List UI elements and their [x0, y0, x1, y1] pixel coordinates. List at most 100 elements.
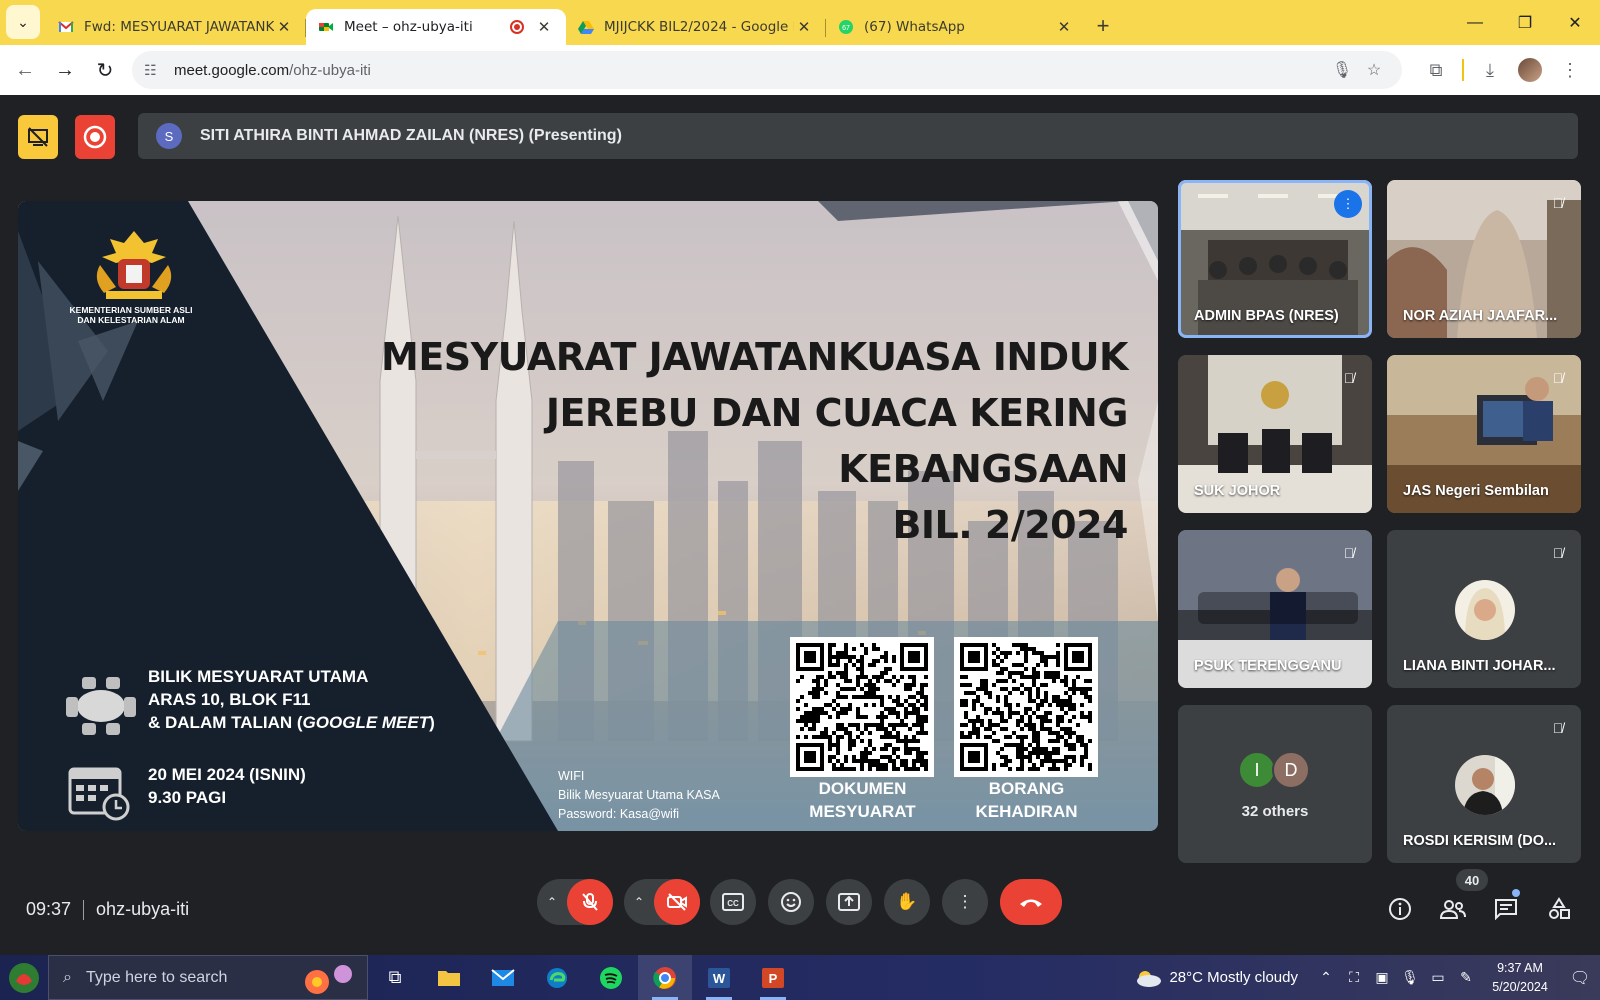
wifi-info: WIFI Bilik Mesyuarat Utama KASA Password… — [558, 769, 720, 821]
mic-off-icon: 🎙̸ — [1552, 370, 1564, 386]
chat-button[interactable] — [1486, 889, 1526, 929]
tab-whatsapp[interactable]: 67 (67) WhatsApp ✕ — [826, 9, 1086, 45]
task-view-icon: ⧉ — [388, 967, 402, 987]
mic-off-icon: 🎙̸ — [1343, 370, 1355, 386]
tab-gmail[interactable]: Fwd: MESYUARAT JAWATANKUAS ✕ — [46, 9, 306, 45]
camera-off-button[interactable] — [654, 879, 700, 925]
notifications-icon[interactable]: 🗨 — [1560, 968, 1600, 988]
recording-icon — [510, 20, 524, 34]
chevron-up-icon[interactable]: ⌃ — [624, 895, 654, 909]
activities-button[interactable] — [1539, 889, 1579, 929]
tab-title: Meet – ohz-ubya-iti — [344, 19, 473, 35]
shapes-icon — [1549, 897, 1570, 919]
microphone-icon[interactable]: 🎙 — [1326, 60, 1358, 80]
camera-control[interactable]: ⌃ — [624, 879, 700, 925]
others-count: 32 others — [1241, 803, 1309, 820]
participant-avatar — [1455, 755, 1515, 815]
chevron-up-icon[interactable]: ⌃ — [537, 895, 567, 909]
tab-meet[interactable]: Meet – ohz-ubya-iti ✕ — [306, 9, 566, 45]
presenter-name: SITI ATHIRA BINTI AHMAD ZAILAN (NRES) (P… — [200, 127, 622, 144]
drive-icon — [578, 21, 594, 34]
chat-icon — [1495, 899, 1517, 920]
close-tab-icon[interactable]: ✕ — [274, 18, 294, 36]
tab-search-button[interactable]: ⌄ — [6, 5, 40, 39]
start-logo-icon — [9, 962, 39, 993]
browser-tab-strip: ⌄ Fwd: MESYUARAT JAWATANKUAS ✕ Meet – oh… — [0, 0, 1600, 45]
restore-icon[interactable]: ❐ — [1500, 0, 1550, 45]
participant-name: JAS Negeri Sembilan — [1403, 483, 1549, 499]
profile-avatar[interactable] — [1518, 58, 1542, 82]
chevron-down-icon: ⌄ — [17, 13, 29, 30]
start-button[interactable] — [0, 955, 48, 1000]
participant-name: ADMIN BPAS (NRES) — [1194, 308, 1339, 324]
participant-tile[interactable]: 🎙̸ LIANA BINTI JOHAR... — [1387, 530, 1581, 688]
participant-tile[interactable]: 🎙̸ ROSDI KERISIM (DO... — [1387, 705, 1581, 863]
spotify-app[interactable] — [584, 955, 638, 1000]
extensions-icon[interactable]: ⧉ — [1416, 51, 1456, 89]
minimize-icon[interactable]: — — [1450, 0, 1500, 45]
meeting-details-button[interactable] — [1380, 889, 1420, 929]
mic-off-button[interactable] — [567, 879, 613, 925]
raise-hand-button[interactable]: ✋ — [884, 879, 930, 925]
hide-presentation-button[interactable] — [18, 115, 58, 159]
arrow-left-icon: ← — [15, 58, 35, 81]
meeting-date: 20 MEI 2024 (ISNIN) 9.30 PAGI — [148, 765, 306, 807]
people-button[interactable] — [1433, 889, 1473, 929]
qr-code-document — [790, 637, 934, 777]
participant-name: LIANA BINTI JOHAR... — [1403, 658, 1556, 674]
closed-captions-icon: CC — [722, 893, 744, 911]
participant-name: SUK JOHOR — [1194, 483, 1281, 499]
powerpoint-app[interactable]: P — [746, 955, 800, 1000]
meet-now-icon[interactable]: ⛶ — [1340, 969, 1368, 986]
site-info-icon[interactable]: ☷ — [144, 62, 164, 79]
reactions-button[interactable] — [768, 879, 814, 925]
taskbar-clock[interactable]: 9:37 AM 5/20/2024 — [1480, 959, 1560, 997]
meeting-time: 09:37 — [26, 899, 72, 919]
menu-kebab-icon[interactable]: ⋮ — [1550, 51, 1590, 89]
word-app[interactable]: W — [692, 955, 746, 1000]
mail-app[interactable] — [476, 955, 530, 1000]
meet-control-bar: 09:37 ohz-ubya-iti ⌃ ⌃ CC ✋ ⋮ 40 — [0, 867, 1600, 955]
file-explorer-app[interactable] — [422, 955, 476, 1000]
url-field[interactable]: ☷ meet.google.com/ohz-ubya-iti 🎙 ☆ — [132, 51, 1402, 89]
leave-call-button[interactable] — [1000, 879, 1062, 925]
close-window-icon[interactable]: ✕ — [1550, 0, 1600, 45]
back-button[interactable]: ← — [6, 51, 44, 89]
battery-icon[interactable]: ▭ — [1424, 969, 1452, 986]
others-tile[interactable]: I D 32 others — [1178, 705, 1372, 863]
slide-title: MESYUARAT JAWATANKUASA INDUK JEREBU DAN … — [381, 335, 1128, 547]
end-call-icon — [1020, 899, 1042, 907]
close-tab-icon[interactable]: ✕ — [1054, 18, 1074, 36]
new-tab-button[interactable]: + — [1086, 9, 1120, 43]
microphone-icon[interactable]: 🎙 — [1396, 969, 1424, 986]
edge-app[interactable] — [530, 955, 584, 1000]
close-tab-icon[interactable]: ✕ — [794, 18, 814, 36]
participant-tile[interactable]: ⋮ ADMIN BPAS (NRES) — [1178, 180, 1372, 338]
more-options-button[interactable]: ⋮ — [942, 879, 988, 925]
reload-button[interactable]: ↻ — [86, 51, 124, 89]
pen-icon[interactable]: ✎ — [1452, 969, 1480, 986]
task-view-button[interactable]: ⧉ — [368, 955, 422, 1000]
recording-button[interactable] — [75, 115, 115, 159]
spotify-icon — [600, 966, 622, 989]
microphone-control[interactable]: ⌃ — [537, 879, 613, 925]
close-tab-icon[interactable]: ✕ — [534, 18, 554, 36]
participant-tile[interactable]: 🎙̸ NOR AZIAH JAAFAR... — [1387, 180, 1581, 338]
chevron-up-icon[interactable]: ⌃ — [1312, 969, 1340, 986]
tab-drive[interactable]: MJIJCKK BIL2/2024 - Google Dr ✕ — [566, 9, 826, 45]
folder-icon — [438, 970, 460, 986]
captions-button[interactable]: CC — [710, 879, 756, 925]
forward-button[interactable]: → — [46, 51, 84, 89]
weather-text[interactable]: 28°C Mostly cloudy — [1169, 969, 1298, 986]
display-icon[interactable]: ▣ — [1368, 969, 1396, 986]
chrome-app[interactable] — [638, 955, 692, 1000]
qr-code-image — [960, 643, 1092, 771]
participant-tile[interactable]: 🎙̸ SUK JOHOR — [1178, 355, 1372, 513]
present-button[interactable] — [826, 879, 872, 925]
download-icon[interactable]: ⤓ — [1470, 51, 1510, 89]
participant-tile[interactable]: 🎙̸ JAS Negeri Sembilan — [1387, 355, 1581, 513]
bookmark-star-icon[interactable]: ☆ — [1358, 60, 1390, 80]
mail-icon — [491, 968, 515, 986]
taskbar-search-box[interactable]: ⌕ Type here to search — [48, 955, 368, 1000]
participant-tile[interactable]: 🎙̸ PSUK TERENGGANU — [1178, 530, 1372, 688]
